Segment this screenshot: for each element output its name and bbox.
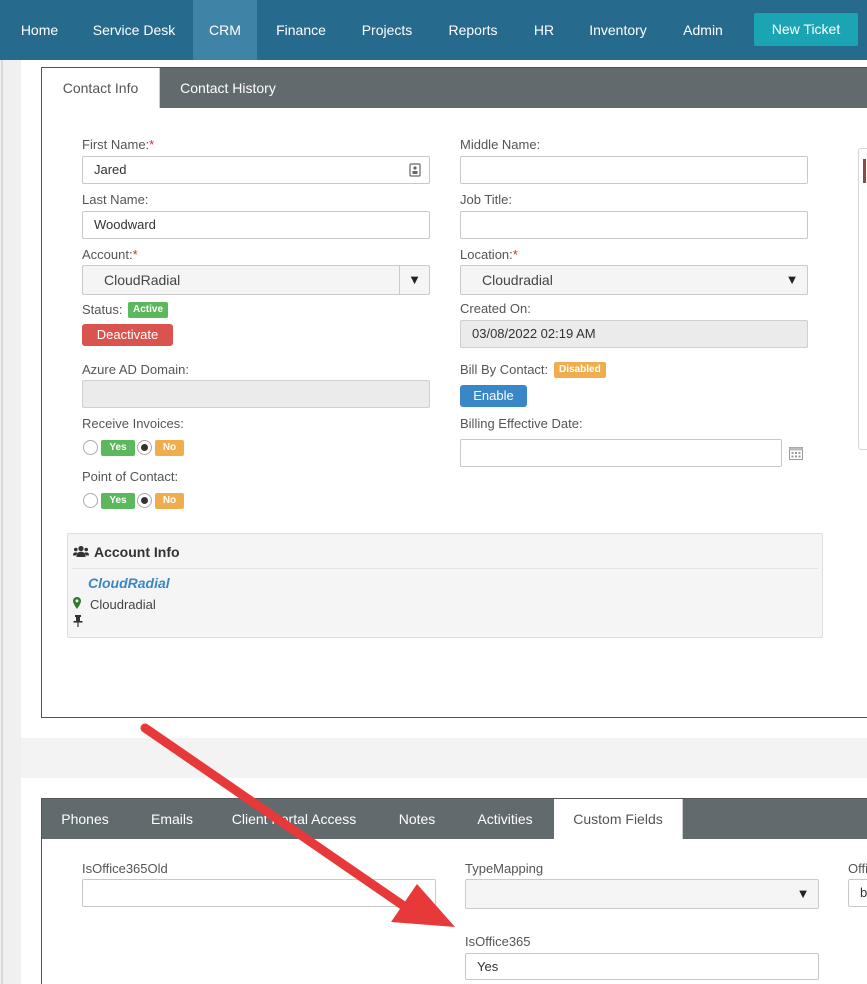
office-field-label: Offi: [848, 861, 867, 876]
nav-home[interactable]: Home: [8, 0, 71, 60]
users-icon: [73, 545, 89, 557]
is-office365-field[interactable]: Yes: [465, 953, 819, 980]
type-mapping-select[interactable]: ▼: [465, 879, 819, 909]
receive-invoices-no-badge[interactable]: No: [155, 440, 184, 456]
contact-card-icon: [409, 163, 421, 177]
side-panel-stub: [858, 148, 867, 450]
details-card: Phones Emails Client Portal Access Notes…: [41, 798, 867, 984]
enable-button[interactable]: Enable: [460, 385, 527, 407]
location-select[interactable]: Cloudradial ▼: [460, 265, 808, 295]
nav-hr[interactable]: HR: [526, 0, 562, 60]
tab-notes[interactable]: Notes: [382, 799, 452, 839]
tab-phones[interactable]: Phones: [42, 799, 128, 839]
nav-inventory[interactable]: Inventory: [580, 0, 656, 60]
point-of-contact-no-radio[interactable]: [137, 493, 152, 508]
contact-card: Contact Info Contact History First Name:…: [41, 67, 867, 718]
tab-client-portal-access[interactable]: Client Portal Access: [218, 799, 370, 839]
chevron-down-icon[interactable]: ▼: [777, 266, 807, 294]
account-info-panel: Account Info CloudRadial Cloudradial: [67, 533, 823, 638]
nav-reports[interactable]: Reports: [437, 0, 509, 60]
bill-status-badge: Disabled: [554, 362, 606, 378]
tab-emails[interactable]: Emails: [136, 799, 208, 839]
point-of-contact-yes-radio[interactable]: [83, 493, 98, 508]
top-nav: Home Service Desk CRM Finance Projects R…: [0, 0, 867, 60]
middle-name-label: Middle Name:: [460, 137, 541, 152]
left-gutter: [0, 60, 21, 984]
account-location: Cloudradial: [90, 597, 156, 612]
point-of-contact-no-badge[interactable]: No: [155, 493, 184, 509]
office-field[interactable]: b: [848, 879, 867, 907]
account-info-title: Account Info: [94, 544, 180, 560]
tab-custom-fields[interactable]: Custom Fields: [554, 799, 683, 839]
location-label: Location:*: [460, 247, 518, 262]
receive-invoices-label: Receive Invoices:: [82, 416, 184, 431]
nav-crm[interactable]: CRM: [193, 0, 257, 60]
calendar-icon[interactable]: [789, 446, 803, 460]
receive-invoices-yes-badge[interactable]: Yes: [101, 440, 135, 456]
new-ticket-button[interactable]: New Ticket: [754, 13, 858, 46]
receive-invoices-no-radio[interactable]: [137, 440, 152, 455]
nav-finance[interactable]: Finance: [266, 0, 336, 60]
last-name-field[interactable]: Woodward: [82, 211, 430, 239]
status-badge: Active: [128, 302, 169, 318]
billing-effective-field[interactable]: [460, 439, 782, 467]
chevron-down-icon[interactable]: ▼: [788, 880, 818, 908]
is-office365-label: IsOffice365: [465, 934, 531, 949]
account-label: Account:*: [82, 247, 138, 262]
job-title-label: Job Title:: [460, 192, 513, 207]
first-name-label: First Name:*: [82, 137, 155, 152]
tab-activities[interactable]: Activities: [464, 799, 546, 839]
azure-ad-field: [82, 380, 430, 408]
last-name-label: Last Name:: [82, 192, 149, 207]
first-name-field[interactable]: Jared: [82, 156, 430, 184]
nav-projects[interactable]: Projects: [352, 0, 422, 60]
is-office365-old-label: IsOffice365Old: [82, 861, 168, 876]
created-on-field: 03/08/2022 02:19 AM: [460, 320, 808, 348]
billing-effective-label: Billing Effective Date:: [460, 416, 583, 431]
job-title-field[interactable]: [460, 211, 808, 239]
type-mapping-label: TypeMapping: [465, 861, 544, 876]
account-name-link[interactable]: CloudRadial: [88, 575, 170, 591]
status-label: Status:: [82, 302, 123, 317]
point-of-contact-yes-badge[interactable]: Yes: [101, 493, 135, 509]
account-select[interactable]: CloudRadial ▼: [82, 265, 430, 295]
nav-admin[interactable]: Admin: [673, 0, 733, 60]
details-tabbar: Phones Emails Client Portal Access Notes…: [42, 799, 867, 839]
section-separator: [21, 738, 867, 778]
nav-service-desk[interactable]: Service Desk: [80, 0, 188, 60]
map-marker-icon: [73, 597, 81, 609]
location-value: Cloudradial: [482, 272, 553, 288]
receive-invoices-yes-radio[interactable]: [83, 440, 98, 455]
account-value: CloudRadial: [104, 272, 181, 288]
middle-name-field[interactable]: [460, 156, 808, 184]
contact-tabbar: Contact Info Contact History: [42, 68, 867, 108]
bill-by-contact-label: Bill By Contact:: [460, 362, 549, 377]
deactivate-button[interactable]: Deactivate: [82, 324, 173, 346]
account-info-divider: [72, 568, 818, 569]
created-on-label: Created On:: [460, 301, 531, 316]
tab-contact-info[interactable]: Contact Info: [42, 68, 160, 108]
is-office365-old-field[interactable]: [82, 879, 436, 907]
point-of-contact-label: Point of Contact:: [82, 469, 179, 484]
azure-ad-label: Azure AD Domain:: [82, 362, 189, 377]
left-gutter-edge: [1, 60, 3, 984]
chevron-down-icon[interactable]: ▼: [399, 266, 429, 294]
pin-icon: [73, 615, 83, 627]
tab-contact-history[interactable]: Contact History: [168, 68, 288, 108]
side-panel-marker: [863, 159, 866, 183]
